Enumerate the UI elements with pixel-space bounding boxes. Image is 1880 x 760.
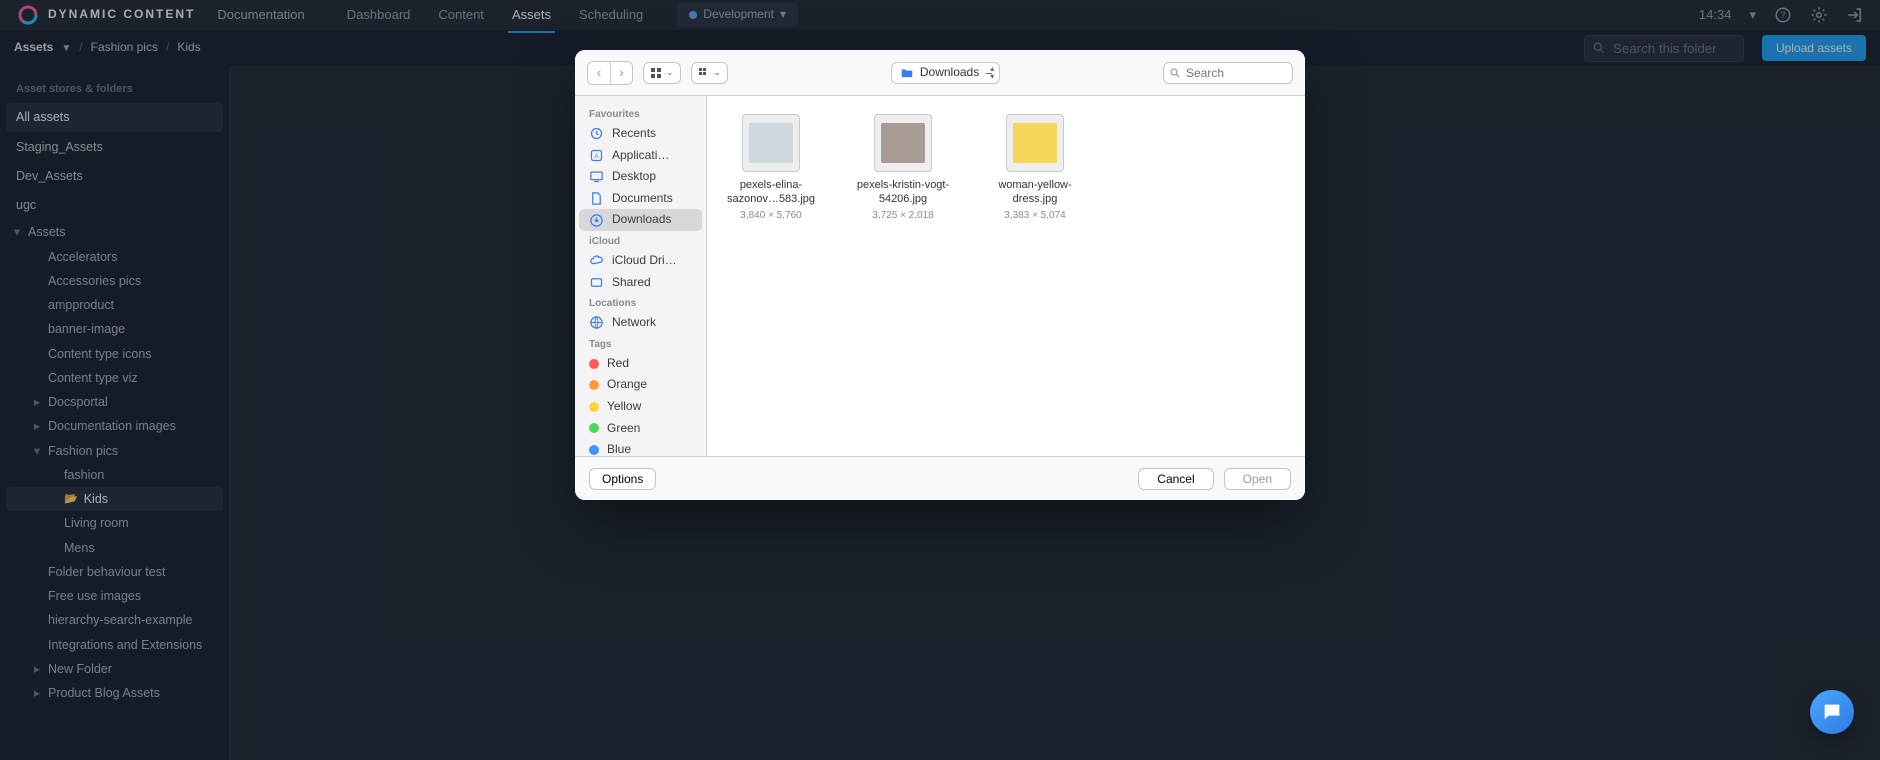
dialog-search-input[interactable] bbox=[1163, 62, 1293, 84]
svg-text:A: A bbox=[594, 153, 599, 160]
finder-sidebar-item[interactable]: Yellow bbox=[579, 396, 702, 418]
sidebar-group-heading: iCloud bbox=[579, 231, 702, 250]
group-by-button[interactable]: ⌄ bbox=[691, 62, 729, 84]
finder-sidebar-item[interactable]: Documents bbox=[579, 188, 702, 210]
finder-sidebar-label: Shared bbox=[612, 275, 651, 291]
file-thumbnail bbox=[742, 114, 800, 172]
file-name: pexels-kristin-vogt-54206.jpg bbox=[853, 178, 953, 207]
folder-icon bbox=[900, 66, 914, 80]
finder-sidebar-label: Orange bbox=[607, 377, 647, 393]
file-name: woman-yellow-dress.jpg bbox=[985, 178, 1085, 207]
finder-sidebar-item[interactable]: Recents bbox=[579, 123, 702, 145]
shared-icon bbox=[589, 275, 604, 290]
dialog-search-wrap bbox=[1163, 62, 1293, 84]
finder-sidebar-item[interactable]: Desktop bbox=[579, 166, 702, 188]
cloud-icon bbox=[589, 253, 604, 268]
tag-dot-icon bbox=[589, 423, 599, 433]
nav-back-forward: ‹ › bbox=[587, 61, 633, 85]
back-button[interactable]: ‹ bbox=[588, 62, 610, 84]
file-dimensions: 3,725 × 2,018 bbox=[853, 209, 953, 222]
updown-icon: ▴▾ bbox=[990, 65, 994, 81]
finder-sidebar-label: Blue bbox=[607, 442, 631, 456]
desktop-icon bbox=[589, 169, 604, 184]
finder-sidebar-item[interactable]: Network bbox=[579, 312, 702, 334]
finder-sidebar-label: Green bbox=[607, 421, 640, 437]
finder-sidebar-item[interactable]: Red bbox=[579, 353, 702, 375]
grid-icon bbox=[650, 67, 662, 79]
dialog-toolbar: ‹ › ⌄ ⌄ Downloads ▴▾ bbox=[575, 50, 1305, 96]
finder-sidebar-label: Applicati… bbox=[612, 148, 669, 164]
finder-sidebar-label: Network bbox=[612, 315, 656, 331]
file-dimensions: 3,840 × 5,760 bbox=[721, 209, 821, 222]
dialog-sidebar: Favourites Recents A Applicati… Desktop Docum… bbox=[575, 96, 707, 456]
file-thumbnail bbox=[1006, 114, 1064, 172]
tag-dot-icon bbox=[589, 402, 599, 412]
dialog-body: Favourites Recents A Applicati… Desktop Docum… bbox=[575, 96, 1305, 456]
view-mode-button[interactable]: ⌄ bbox=[643, 62, 681, 84]
location-label: Downloads bbox=[920, 65, 979, 81]
app-icon: A bbox=[589, 148, 604, 163]
clock-icon bbox=[589, 126, 604, 141]
search-icon bbox=[1169, 67, 1181, 79]
open-button[interactable]: Open bbox=[1224, 468, 1291, 490]
doc-icon bbox=[589, 191, 604, 206]
finder-sidebar-label: Recents bbox=[612, 126, 656, 142]
finder-sidebar-item[interactable]: Green bbox=[579, 418, 702, 440]
file-item[interactable]: pexels-elina-sazonov…583.jpg 3,840 × 5,76… bbox=[721, 114, 821, 222]
file-thumbnail bbox=[874, 114, 932, 172]
download-icon bbox=[589, 213, 604, 228]
finder-sidebar-item[interactable]: Shared bbox=[579, 272, 702, 294]
dialog-footer: Options Cancel Open bbox=[575, 456, 1305, 500]
location-popup[interactable]: Downloads ▴▾ bbox=[891, 62, 1000, 84]
finder-sidebar-label: Desktop bbox=[612, 169, 656, 185]
file-item[interactable]: woman-yellow-dress.jpg 3,383 × 5,074 bbox=[985, 114, 1085, 222]
sidebar-group-heading: Tags bbox=[579, 334, 702, 353]
chat-icon bbox=[1821, 701, 1843, 723]
file-name: pexels-elina-sazonov…583.jpg bbox=[721, 178, 821, 207]
finder-sidebar-label: Red bbox=[607, 356, 629, 372]
tag-dot-icon bbox=[589, 359, 599, 369]
options-button[interactable]: Options bbox=[589, 468, 656, 490]
tag-dot-icon bbox=[589, 445, 599, 455]
cancel-button[interactable]: Cancel bbox=[1138, 468, 1213, 490]
globe-icon bbox=[589, 315, 604, 330]
finder-sidebar-item[interactable]: A Applicati… bbox=[579, 145, 702, 167]
tag-dot-icon bbox=[589, 380, 599, 390]
file-dimensions: 3,383 × 5,074 bbox=[985, 209, 1085, 222]
file-item[interactable]: pexels-kristin-vogt-54206.jpg 3,725 × 2,0… bbox=[853, 114, 953, 222]
finder-sidebar-item[interactable]: Orange bbox=[579, 374, 702, 396]
finder-sidebar-item[interactable]: Downloads bbox=[579, 209, 702, 231]
finder-sidebar-label: Downloads bbox=[612, 212, 671, 228]
file-open-dialog: ‹ › ⌄ ⌄ Downloads ▴▾ FavouritesRecentsAA… bbox=[575, 50, 1305, 500]
finder-sidebar-item[interactable]: iCloud Dri… bbox=[579, 250, 702, 272]
finder-sidebar-label: Documents bbox=[612, 191, 673, 207]
finder-sidebar-item[interactable]: Blue bbox=[579, 439, 702, 456]
finder-sidebar-label: Yellow bbox=[607, 399, 641, 415]
forward-button[interactable]: › bbox=[610, 62, 632, 84]
chat-fab[interactable] bbox=[1810, 690, 1854, 734]
sidebar-group-heading: Locations bbox=[579, 293, 702, 312]
finder-sidebar-label: iCloud Dri… bbox=[612, 253, 677, 269]
sidebar-group-heading: Favourites bbox=[579, 104, 702, 123]
dialog-file-grid: pexels-elina-sazonov…583.jpg 3,840 × 5,76… bbox=[707, 96, 1305, 456]
chevron-down-icon: ⌄ bbox=[666, 67, 674, 79]
group-icon bbox=[698, 67, 710, 79]
chevron-down-icon: ⌄ bbox=[714, 67, 722, 79]
